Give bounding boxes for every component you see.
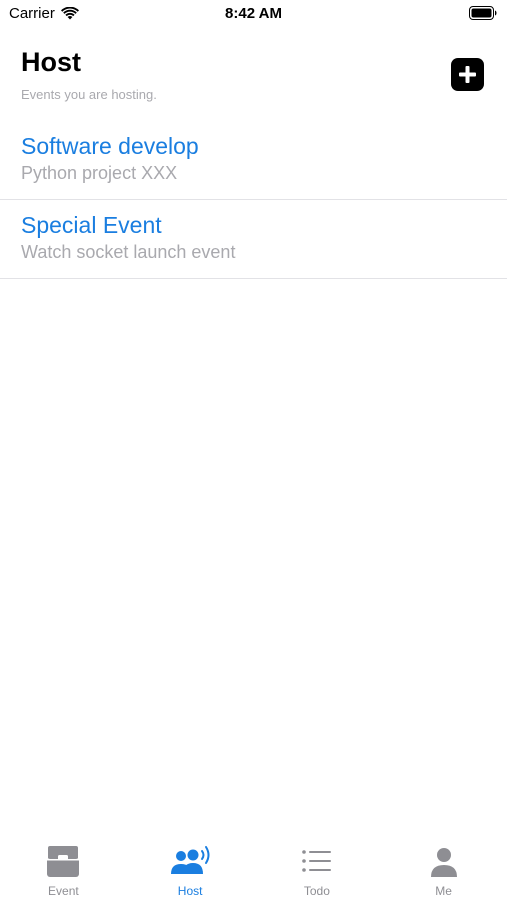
battery-icon (469, 6, 497, 20)
event-title: Special Event (21, 212, 162, 238)
tab-label: Host (177, 884, 203, 898)
list-icon (302, 850, 331, 872)
event-title: Software develop (21, 133, 199, 159)
tab-label: Todo (303, 884, 330, 898)
list-item[interactable]: Software develop Python project XXX (0, 121, 507, 200)
page-header: Host Events you are hosting. (0, 44, 507, 114)
event-subtitle: Watch socket launch event (21, 242, 236, 262)
tab-todo[interactable]: Todo (254, 836, 381, 900)
tab-bar: Event Host Todo Me (0, 836, 507, 900)
host-screen: Carrier 8:42 AM Host Events you are host… (0, 0, 507, 900)
people-broadcast-icon (171, 846, 210, 874)
tab-me[interactable]: Me (380, 836, 507, 900)
status-time: 8:42 AM (225, 5, 282, 22)
plus-icon (459, 66, 476, 83)
tab-host[interactable]: Host (127, 836, 254, 900)
tab-label: Event (48, 884, 79, 898)
tray-icon (47, 846, 80, 877)
list-item[interactable]: Special Event Watch socket launch event (0, 200, 507, 279)
event-subtitle: Python project XXX (21, 163, 178, 183)
page-subtitle: Events you are hosting. (21, 87, 157, 102)
status-bar: Carrier 8:42 AM (0, 0, 507, 28)
person-icon (430, 848, 457, 877)
page-title: Host (21, 47, 81, 77)
add-event-button[interactable] (451, 58, 484, 91)
tab-label: Me (435, 884, 452, 898)
hosted-events-list: Software develop Python project XXX Spec… (0, 121, 507, 279)
tab-event[interactable]: Event (0, 836, 127, 900)
